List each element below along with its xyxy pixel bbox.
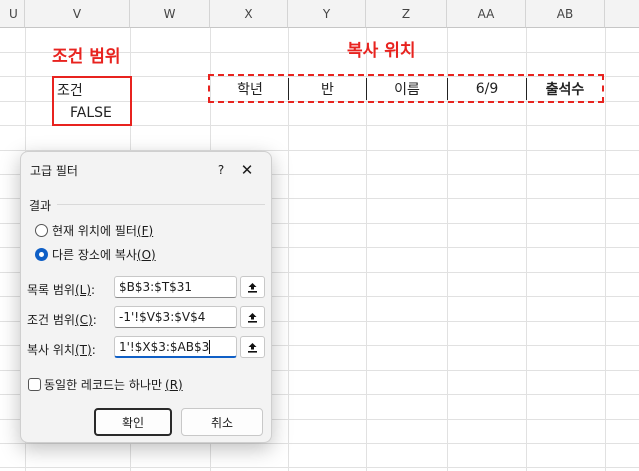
unique-records-option[interactable]: 동일한 레코드는 하나만 (R) [28, 376, 183, 393]
group-divider [57, 204, 265, 205]
column-header-aa[interactable]: AA [447, 0, 526, 28]
ok-button[interactable]: 확인 [94, 408, 172, 436]
text-caret [209, 340, 211, 354]
column-header-blank [605, 0, 639, 28]
radio-label: 현재 위치에 필터 [52, 224, 137, 238]
access-key: (O) [136, 247, 156, 262]
gridline [0, 443, 639, 444]
help-icon: ? [217, 163, 225, 177]
gridline [605, 28, 606, 471]
copy-to-collapse-button[interactable] [240, 336, 265, 358]
unique-records-checkbox[interactable] [28, 378, 41, 391]
radio-label: 다른 장소에 복사 [52, 248, 137, 262]
close-icon: ✕ [240, 161, 254, 179]
gridline [0, 467, 639, 468]
criteria-range-row: 조건 범위(C): -1'!$V$3:$V$4 [27, 306, 271, 330]
dialog-title: 고급 필터 [30, 164, 78, 178]
list-range-collapse-button[interactable] [240, 276, 265, 298]
column-header-z[interactable]: Z [366, 0, 447, 28]
copy-location-title: 복사 위치 [347, 41, 416, 61]
column-header-v[interactable]: V [25, 0, 130, 28]
column-header-ab[interactable]: AB [526, 0, 605, 28]
criteria-range-collapse-button[interactable] [240, 306, 265, 328]
criteria-range-title: 조건 범위 [52, 47, 121, 67]
criteria-range-input[interactable]: -1'!$V$3:$V$4 [114, 306, 237, 328]
list-range-label: 목록 범위(L): [27, 283, 96, 297]
list-range-row: 목록 범위(L): $B$3:$T$31 [27, 276, 271, 300]
criteria-range-highlight [52, 76, 132, 126]
unique-records-label: 동일한 레코드는 하나만 [44, 378, 163, 392]
list-range-input[interactable]: $B$3:$T$31 [114, 276, 237, 298]
help-button[interactable]: ? [211, 160, 231, 180]
filter-in-place-option[interactable]: 현재 위치에 필터 (F) [35, 222, 153, 239]
column-header-y[interactable]: Y [288, 0, 366, 28]
criteria-range-label: 조건 범위(C): [27, 313, 97, 327]
collapse-dialog-icon [248, 312, 257, 323]
result-group-label: 결과 [29, 199, 52, 213]
collapse-dialog-icon [248, 282, 257, 293]
copy-to-input[interactable]: 1'!$X$3:$AB$3 [114, 336, 237, 358]
column-header-u[interactable]: U [0, 0, 25, 28]
advanced-filter-dialog: 고급 필터 ? ✕ 결과 현재 위치에 필터 (F) 다른 장소에 복사 (O) 목… [20, 151, 272, 443]
access-key: (R) [165, 377, 183, 392]
copy-to-another-location-option[interactable]: 다른 장소에 복사 (O) [35, 246, 156, 263]
collapse-dialog-icon [248, 342, 257, 353]
copy-to-label: 복사 위치(T): [27, 343, 96, 357]
close-button[interactable]: ✕ [235, 160, 259, 180]
copy-to-row: 복사 위치(T): 1'!$X$3:$AB$3 [27, 336, 271, 360]
column-header-w[interactable]: W [130, 0, 210, 28]
radio-button-selected[interactable] [35, 248, 48, 261]
column-header-x[interactable]: X [210, 0, 288, 28]
cancel-button[interactable]: 취소 [181, 408, 263, 436]
radio-button[interactable] [35, 224, 48, 237]
copy-location-highlight [208, 74, 604, 103]
access-key: (F) [136, 223, 154, 238]
